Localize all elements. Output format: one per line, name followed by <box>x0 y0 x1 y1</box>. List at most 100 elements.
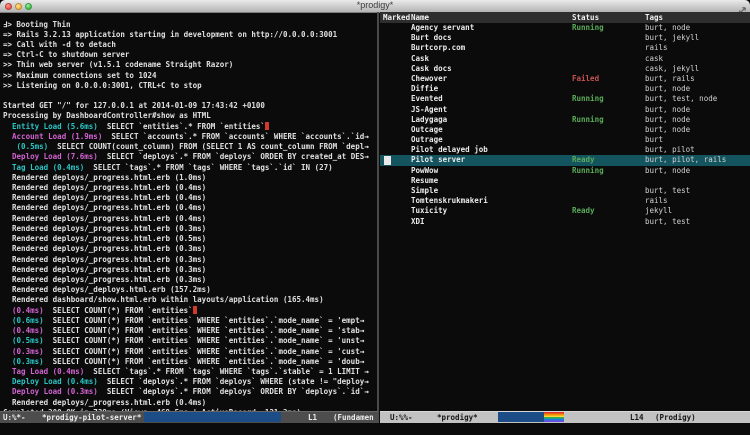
process-row[interactable]: Outcageburt, node <box>380 125 750 135</box>
log-line: >> Listening on 0.0.0.0:3001, CTRL+C to … <box>3 81 372 91</box>
truncation-arrow-icon: → <box>360 316 365 325</box>
sql-label: (0.4ms) <box>3 326 44 335</box>
process-name: Tomtenskrukmakeri <box>411 196 488 206</box>
process-tags: rails <box>645 196 668 206</box>
log-line: Processing by DashboardController#show a… <box>3 111 372 121</box>
process-tags: burt, node <box>645 105 690 115</box>
process-row[interactable]: Tuxicity Ready jekyll <box>380 206 750 216</box>
pane-divider[interactable] <box>377 12 379 423</box>
log-text: SELECT `deploys`.* FROM `deploys` ORDER … <box>98 152 364 161</box>
truncation-arrow-icon: → <box>364 387 369 396</box>
sql-label: Tag Load (0.4ms) <box>3 367 84 376</box>
log-text: SELECT `tags`.* FROM `tags` WHERE `tags`… <box>84 367 364 376</box>
process-tags: jekyll <box>645 206 672 216</box>
process-row[interactable]: Burtcorp.comrails <box>380 43 750 53</box>
process-row[interactable]: Cask docscask, jekyll <box>380 64 750 74</box>
status-badge: Ready <box>572 206 595 216</box>
process-name: Evented <box>411 94 443 104</box>
sql-label: Deploy Load (0.4ms) <box>3 377 98 386</box>
log-line: (0.3ms) SELECT COUNT(*) FROM `entities` … <box>3 347 372 357</box>
log-text: Rendered deploys/_progress.html.erb (0.3… <box>3 244 206 253</box>
header-name[interactable]: Name <box>411 12 429 23</box>
process-name: Pilot delayed job <box>411 145 488 155</box>
log-line: Rendered deploys/_progress.html.erb (1.0… <box>3 173 372 183</box>
log-text: => Rails 3.2.13 application starting in … <box>3 30 337 39</box>
process-name: JS-Agent <box>411 105 447 115</box>
status-badge: Running <box>572 23 604 33</box>
process-row[interactable]: Resume <box>380 176 750 186</box>
process-name: Diffie <box>411 84 438 94</box>
log-line: Entity Load (5.6ms) SELECT `entities`.* … <box>3 122 372 132</box>
process-row[interactable]: Simpleburt, test <box>380 186 750 196</box>
process-name: Tuxicity <box>411 206 447 216</box>
log-text: SELECT COUNT(*) FROM `entities` WHERE `e… <box>44 336 360 345</box>
header-tags[interactable]: Tags <box>645 12 663 23</box>
header-marked[interactable]: Marked <box>383 12 410 23</box>
log-line: Rendered deploys/_progress.html.erb (0.4… <box>3 203 372 213</box>
log-line: Deploy Load (0.4ms) SELECT `deploys`.* F… <box>3 377 372 387</box>
truncation-arrow-icon: → <box>364 142 369 151</box>
buffer-name[interactable]: *prodigy-pilot-server* <box>42 412 141 423</box>
process-row[interactable]: LadygagaRunningburt, node <box>380 115 750 125</box>
log-text: SELECT `deploys`.* FROM `deploys` WHERE … <box>98 377 364 386</box>
log-text: SELECT COUNT(*) FROM `entities` WHERE `e… <box>44 347 360 356</box>
process-row[interactable]: ChewoverFailedburt, rails <box>380 74 750 84</box>
server-log-pane[interactable]: Ⅎ> Booting Thin=> Rails 3.2.13 applicati… <box>0 20 372 419</box>
sql-label: Account Load (1.9ms) <box>3 132 102 141</box>
sql-label: (0.5ms) <box>3 142 48 151</box>
process-tags: burt <box>645 135 663 145</box>
process-row[interactable]: Diffieburt, node <box>380 84 750 94</box>
prodigy-pane[interactable]: Marked Name Status Tags Agency servantRu… <box>380 12 750 411</box>
process-row[interactable]: XDIburt, test <box>380 217 750 227</box>
log-text: SELECT `entities`.* FROM `entities` <box>98 122 265 131</box>
header-status[interactable]: Status <box>572 12 599 23</box>
log-text: SELECT COUNT(*) FROM `entities` WHERE `e… <box>44 316 360 325</box>
truncation-arrow-icon: → <box>360 336 365 345</box>
status-badge: Ready <box>572 155 595 165</box>
log-text: => Call with -d to detach <box>3 40 116 49</box>
log-line: Rendered deploys/_progress.html.erb (0.3… <box>3 275 372 285</box>
log-line: (0.5ms) SELECT COUNT(*) FROM `entities` … <box>3 336 372 346</box>
sql-label: (0.3ms) <box>3 347 44 356</box>
log-text: => Ctrl-C to shutdown server <box>3 50 129 59</box>
trailing-space-highlight <box>193 306 198 314</box>
process-row[interactable]: Pilot delayed jobburt, pilot <box>380 145 750 155</box>
log-line: Ⅎ> Booting Thin <box>3 20 372 30</box>
process-name: Pilot server <box>411 155 465 165</box>
process-row[interactable]: Caskcask <box>380 54 750 64</box>
log-line: >> Thin web server (v1.5.1 codename Stra… <box>3 60 372 70</box>
process-tags: burt, jekyll <box>645 33 699 43</box>
major-mode[interactable]: (Fundamen <box>333 412 374 423</box>
log-line: Rendered deploys/_progress.html.erb (0.4… <box>3 193 372 203</box>
process-row[interactable]: Outrageburt <box>380 135 750 145</box>
log-text: Rendered dashboard/show.html.erb within … <box>3 295 324 304</box>
process-row[interactable]: Burt docsburt, jekyll <box>380 33 750 43</box>
log-text: Rendered deploys/_progress.html.erb (0.4… <box>3 193 206 202</box>
truncation-arrow-icon: → <box>364 152 369 161</box>
process-row[interactable]: Agency servantRunningburt, node <box>380 23 750 33</box>
log-line: >> Maximum connections set to 1024 <box>3 71 372 81</box>
log-line: (0.6ms) SELECT COUNT(*) FROM `entities` … <box>3 316 372 326</box>
log-line: => Rails 3.2.13 application starting in … <box>3 30 372 40</box>
log-line: Rendered deploys/_progress.html.erb (0.3… <box>3 265 372 275</box>
process-row[interactable]: EventedRunningburt, test, node <box>380 94 750 104</box>
process-row[interactable]: JS-Agent burt, node <box>380 105 750 115</box>
log-line: Rendered deploys/_progress.html.erb (0.3… <box>3 255 372 265</box>
status-badge: Running <box>572 166 604 176</box>
minibuffer[interactable] <box>0 423 750 435</box>
log-line <box>3 91 372 101</box>
process-tags: rails <box>645 43 668 53</box>
truncation-arrow-icon: → <box>360 347 365 356</box>
buffer-name[interactable]: *prodigy* <box>437 412 478 423</box>
trailing-space-highlight <box>265 122 270 130</box>
process-row[interactable]: PowWowRunningburt, node <box>380 166 750 176</box>
log-line: Account Load (1.9ms) SELECT `accounts`.*… <box>3 132 372 142</box>
process-row[interactable]: Tomtenskrukmakeri rails <box>380 196 750 206</box>
truncation-arrow-icon: → <box>364 132 369 141</box>
major-mode[interactable]: (Prodigy) <box>655 412 696 423</box>
log-line: (0.3ms) SELECT COUNT(*) FROM `entities` … <box>3 357 372 367</box>
process-row[interactable]: Pilot serverReadyburt, pilot, rails <box>380 155 750 165</box>
log-text: Rendered deploys/_progress.html.erb (0.3… <box>3 265 206 274</box>
log-text: Rendered deploys/_progress.html.erb (0.4… <box>3 214 206 223</box>
log-line: Rendered deploys/_progress.html.erb (0.3… <box>3 224 372 234</box>
